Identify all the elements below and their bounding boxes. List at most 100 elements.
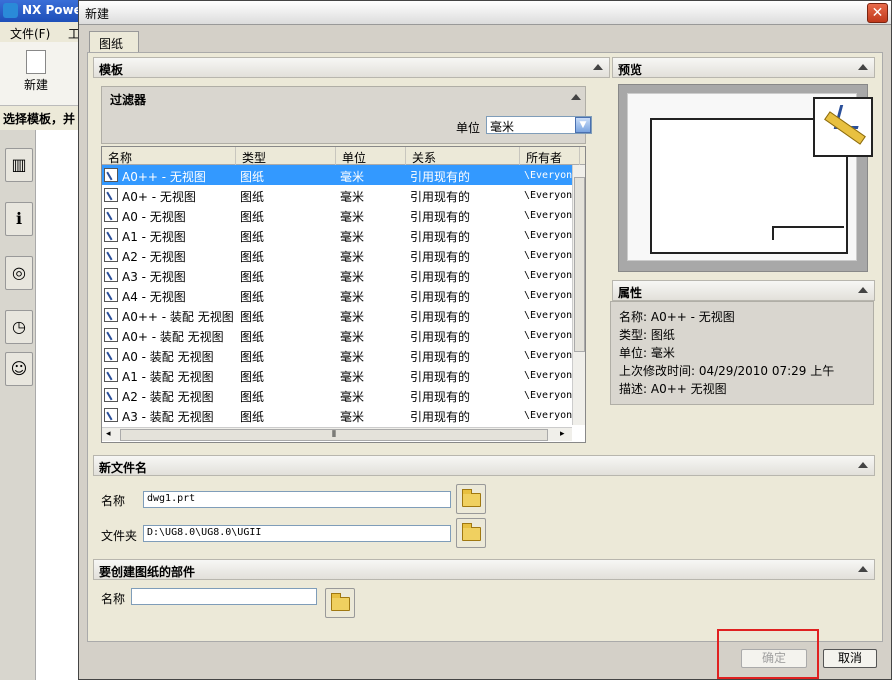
cell-owner: \Everyone bbox=[524, 310, 572, 321]
vertical-scrollbar[interactable] bbox=[572, 165, 585, 425]
drawing-template-icon bbox=[104, 188, 118, 202]
cell-unit: 毫米 bbox=[340, 370, 365, 384]
scroll-left-icon[interactable]: ◂ bbox=[106, 429, 111, 439]
history-clock-icon[interactable]: ◷ bbox=[5, 310, 33, 344]
cell-owner: \Everyone bbox=[524, 270, 572, 281]
cell-name: A2 - 装配 无视图 bbox=[122, 390, 214, 404]
preview-collapse-icon[interactable] bbox=[858, 64, 868, 70]
cell-relation: 引用现有的 bbox=[410, 370, 471, 384]
folder-input[interactable]: D:\UG8.0\UG8.0\UGII bbox=[143, 525, 451, 542]
roles-icon[interactable]: ☺ bbox=[5, 352, 33, 386]
part-name-input[interactable] bbox=[131, 588, 317, 605]
info-icon[interactable]: ℹ bbox=[5, 202, 33, 236]
table-row[interactable]: A2 - 无视图 图纸 毫米 引用现有的 \Everyone bbox=[102, 245, 572, 265]
drawing-template-icon bbox=[813, 97, 873, 157]
chevron-down-icon[interactable]: ▼ bbox=[575, 117, 591, 133]
cell-type: 图纸 bbox=[240, 190, 265, 204]
assembly-navigator-icon[interactable]: ▥ bbox=[5, 148, 33, 182]
cell-owner: \Everyone bbox=[524, 230, 572, 241]
folder-open-icon bbox=[331, 593, 350, 611]
collapse-icon[interactable] bbox=[593, 64, 603, 70]
new-file-icon[interactable] bbox=[26, 50, 46, 74]
cell-name: A3 - 无视图 bbox=[122, 270, 186, 284]
table-row[interactable]: A0++ - 无视图 图纸 毫米 引用现有的 \Everyone bbox=[102, 165, 572, 185]
drawing-template-icon bbox=[104, 228, 118, 242]
table-row[interactable]: A0++ - 装配 无视图图纸 毫米 引用现有的 \Everyone bbox=[102, 305, 572, 325]
drawing-template-icon bbox=[104, 248, 118, 262]
column-header-relation[interactable]: 关系 bbox=[406, 147, 520, 165]
scroll-right-icon[interactable]: ▸ bbox=[560, 429, 565, 439]
menu-file[interactable]: 文件(F) bbox=[10, 25, 50, 42]
tab-drawing[interactable]: 图纸 bbox=[89, 31, 139, 53]
cancel-button[interactable]: 取消 bbox=[823, 649, 877, 668]
close-button[interactable]: ✕ bbox=[867, 3, 888, 23]
drawing-template-icon bbox=[104, 308, 118, 322]
cell-owner: \Everyone bbox=[524, 410, 572, 421]
property-unit: 单位: 毫米 bbox=[619, 346, 675, 360]
new-filename-section-header[interactable]: 新文件名 bbox=[93, 455, 875, 476]
table-row[interactable]: A2 - 装配 无视图 图纸 毫米 引用现有的 \Everyone bbox=[102, 385, 572, 405]
table-row[interactable]: A4 - 无视图 图纸 毫米 引用现有的 \Everyone bbox=[102, 285, 572, 305]
table-row[interactable]: A0 - 装配 无视图 图纸 毫米 引用现有的 \Everyone bbox=[102, 345, 572, 365]
filename-input[interactable]: dwg1.prt bbox=[143, 491, 451, 508]
table-row[interactable]: A1 - 无视图 图纸 毫米 引用现有的 \Everyone bbox=[102, 225, 572, 245]
drawing-template-icon bbox=[104, 408, 118, 422]
cell-type: 图纸 bbox=[240, 250, 265, 264]
table-row[interactable]: A3 - 无视图 图纸 毫米 引用现有的 \Everyone bbox=[102, 265, 572, 285]
filter-title: 过滤器 bbox=[110, 93, 147, 107]
cell-relation: 引用现有的 bbox=[410, 210, 471, 224]
drawing-template-icon bbox=[104, 268, 118, 282]
property-description: 描述: A0++ 无视图 bbox=[619, 382, 727, 396]
part-section-header[interactable]: 要创建图纸的部件 bbox=[93, 559, 875, 580]
column-header-unit[interactable]: 单位 bbox=[336, 147, 406, 165]
drawing-template-icon bbox=[104, 348, 118, 362]
cell-owner: \Everyone bbox=[524, 370, 572, 381]
drawing-template-icon bbox=[104, 288, 118, 302]
table-row[interactable]: A0+ - 无视图 图纸 毫米 引用现有的 \Everyone bbox=[102, 185, 572, 205]
preview-section-header[interactable]: 预览 bbox=[612, 57, 875, 78]
filter-collapse-icon[interactable] bbox=[571, 94, 581, 100]
unit-select-value: 毫米 bbox=[490, 120, 515, 134]
browse-folder-button[interactable] bbox=[456, 518, 486, 548]
browse-filename-button[interactable] bbox=[456, 484, 486, 514]
vertical-scroll-thumb[interactable] bbox=[574, 177, 585, 352]
properties-section-header[interactable]: 属性 bbox=[612, 280, 875, 301]
resource-bar: ▥ ℹ ◎ ◷ ☺ bbox=[0, 130, 36, 680]
table-row[interactable]: A1 - 装配 无视图 图纸 毫米 引用现有的 \Everyone bbox=[102, 365, 572, 385]
cell-type: 图纸 bbox=[240, 370, 265, 384]
cell-unit: 毫米 bbox=[340, 170, 365, 184]
horizontal-scrollbar[interactable]: ◂ ⦀ ▸ bbox=[102, 427, 572, 441]
cell-type: 图纸 bbox=[240, 350, 265, 364]
properties-collapse-icon[interactable] bbox=[858, 287, 868, 293]
new-button-label[interactable]: 新建 bbox=[24, 76, 48, 93]
templates-section-header[interactable]: 模板 bbox=[93, 57, 610, 78]
table-row[interactable]: A0+ - 装配 无视图 图纸 毫米 引用现有的 \Everyone bbox=[102, 325, 572, 345]
cell-unit: 毫米 bbox=[340, 390, 365, 404]
unit-select[interactable]: 毫米 ▼ bbox=[486, 116, 592, 134]
drawing-template-icon bbox=[104, 328, 118, 342]
cell-relation: 引用现有的 bbox=[410, 170, 471, 184]
folder-open-icon bbox=[462, 489, 481, 507]
web-browser-icon[interactable]: ◎ bbox=[5, 256, 33, 290]
cell-relation: 引用现有的 bbox=[410, 270, 471, 284]
table-row[interactable]: A0 - 无视图 图纸 毫米 引用现有的 \Everyone bbox=[102, 205, 572, 225]
cell-type: 图纸 bbox=[240, 210, 265, 224]
part-collapse-icon[interactable] bbox=[858, 566, 868, 572]
cell-relation: 引用现有的 bbox=[410, 290, 471, 304]
title-block-outline bbox=[772, 226, 844, 240]
column-header-name[interactable]: 名称 bbox=[102, 147, 236, 165]
column-header-type[interactable]: 类型 bbox=[236, 147, 336, 165]
nx-logo-icon bbox=[3, 3, 18, 18]
filter-box: 过滤器 单位 毫米 ▼ bbox=[101, 86, 592, 144]
background-panel bbox=[36, 130, 80, 680]
new-filename-collapse-icon[interactable] bbox=[858, 462, 868, 468]
dialog-title: 新建 bbox=[79, 1, 891, 25]
drawing-template-icon bbox=[104, 208, 118, 222]
column-header-owner[interactable]: 所有者 bbox=[520, 147, 580, 165]
drawing-template-icon bbox=[104, 368, 118, 382]
horizontal-scroll-thumb[interactable]: ⦀ bbox=[120, 429, 548, 441]
browse-part-button[interactable] bbox=[325, 588, 355, 618]
table-row[interactable]: A3 - 装配 无视图 图纸 毫米 引用现有的 \Everyone bbox=[102, 405, 572, 425]
cell-type: 图纸 bbox=[240, 290, 265, 304]
cell-relation: 引用现有的 bbox=[410, 390, 471, 404]
